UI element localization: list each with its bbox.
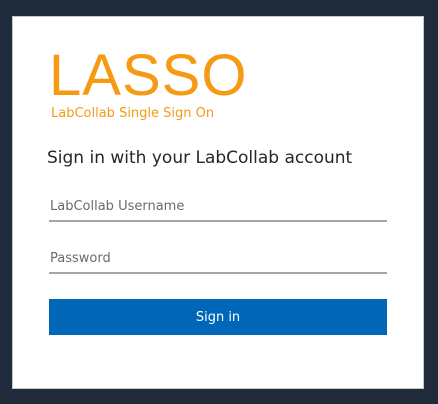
username-input[interactable] (49, 192, 387, 222)
page-title: Sign in with your LabCollab account (47, 148, 353, 168)
lasso-logo: LASSO LabCollab Single Sign On (49, 47, 247, 122)
password-input[interactable] (49, 244, 387, 274)
logo-tagline: LabCollab Single Sign On (51, 106, 215, 121)
signin-button[interactable]: Sign in (49, 299, 387, 335)
signin-card: LASSO LabCollab Single Sign On Sign in w… (12, 16, 424, 389)
logo-wordmark: LASSO (49, 43, 248, 108)
